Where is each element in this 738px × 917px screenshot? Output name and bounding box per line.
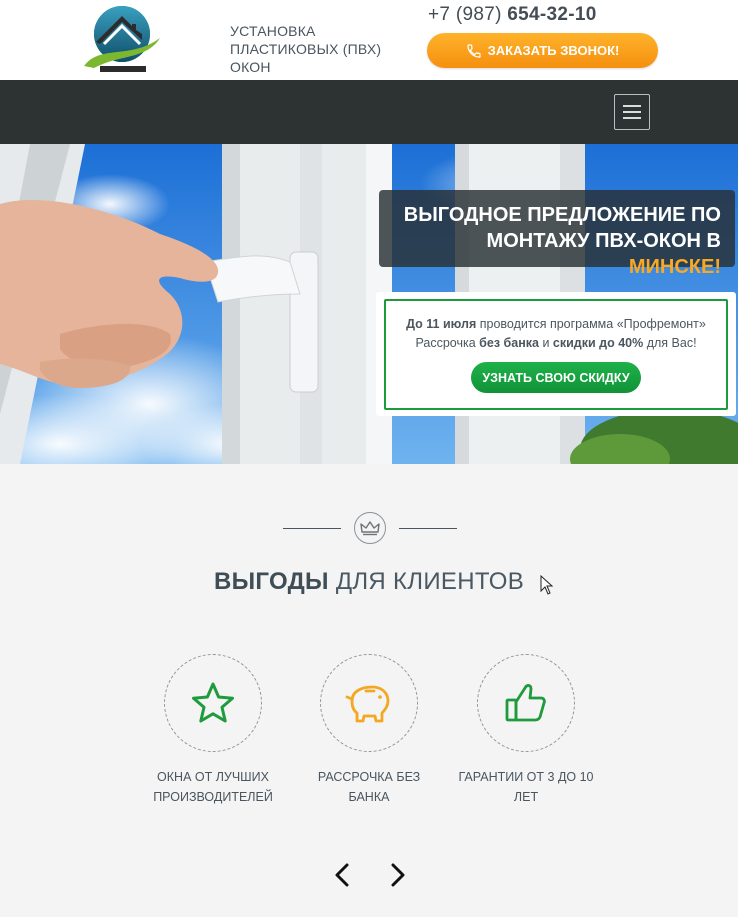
hero-title-city: МИНСКЕ! bbox=[628, 256, 721, 278]
offer-line-2: Рассрочка без банка и скидки до 40% для … bbox=[386, 334, 726, 353]
offer-box: До 11 июля проводится программа «Профрем… bbox=[376, 292, 736, 416]
offer-line-1: До 11 июля проводится программа «Профрем… bbox=[386, 315, 726, 334]
house-logo-icon[interactable] bbox=[80, 4, 164, 74]
hero-title: ВЫГОДНОЕ ПРЕДЛОЖЕНИЕ ПО МОНТАЖУ ПВХ-ОКОН… bbox=[379, 190, 735, 278]
benefit-item: ОКНА ОТ ЛУЧШИХ ПРОИЗВОДИТЕЛЕЙ bbox=[143, 654, 283, 807]
site-header: УСТАНОВКА ПЛАСТИКОВЫХ (ПВХ) ОКОН +7 (987… bbox=[0, 0, 738, 80]
benefit-label: ГАРАНТИИ ОТ 3 ДО 10 ЛЕТ bbox=[458, 770, 594, 804]
phone-main: 654-32-10 bbox=[507, 4, 597, 25]
carousel-next-button[interactable] bbox=[388, 860, 408, 890]
offer-text-discount: скидки до 40% bbox=[552, 336, 644, 350]
offer-text-and: и bbox=[542, 336, 550, 350]
hero-banner: ВЫГОДНОЕ ПРЕДЛОЖЕНИЕ ПО МОНТАЖУ ПВХ-ОКОН… bbox=[0, 144, 738, 464]
carousel-prev-button[interactable] bbox=[332, 860, 352, 890]
benefit-label: РАССРОЧКА БЕЗ БАНКА bbox=[317, 770, 421, 804]
order-call-label: ЗАКАЗАТЬ ЗВОНОК! bbox=[487, 43, 620, 58]
get-discount-button[interactable]: УЗНАТЬ СВОЮ СКИДКУ bbox=[471, 362, 641, 393]
chevron-right-icon bbox=[391, 863, 405, 887]
hero-title-text: ВЫГОДНОЕ ПРЕДЛОЖЕНИЕ ПО МОНТАЖУ ПВХ-ОКОН… bbox=[403, 204, 721, 252]
crown-icon bbox=[354, 512, 386, 544]
order-call-button[interactable]: ЗАКАЗАТЬ ЗВОНОК! bbox=[427, 33, 658, 68]
hamburger-menu-icon[interactable] bbox=[614, 94, 650, 130]
piggy-bank-icon bbox=[320, 654, 418, 752]
star-icon bbox=[164, 654, 262, 752]
benefits-title: ВЫГОДЫ ДЛЯ КЛИЕНТОВ bbox=[0, 568, 738, 596]
offer-text-installment: Рассрочка bbox=[415, 336, 476, 350]
thumbs-up-icon bbox=[477, 654, 575, 752]
benefits-title-bold: ВЫГОДЫ bbox=[213, 568, 329, 595]
divider-right bbox=[399, 528, 457, 529]
phone-number[interactable]: +7 (987) 654-32-10 bbox=[428, 4, 597, 26]
phone-prefix: +7 (987) bbox=[428, 4, 502, 25]
offer-text-no-bank: без банка bbox=[479, 336, 539, 350]
offer-text-for-you: для Вас! bbox=[646, 336, 697, 350]
benefit-item: ГАРАНТИИ ОТ 3 ДО 10 ЛЕТ bbox=[456, 654, 596, 807]
site-tagline: УСТАНОВКА ПЛАСТИКОВЫХ (ПВХ) ОКОН bbox=[230, 23, 382, 75]
offer-program-text: проводится программа «Профремонт» bbox=[479, 317, 706, 331]
offer-date: До 11 июля bbox=[406, 317, 477, 331]
benefit-item: РАССРОЧКА БЕЗ БАНКА bbox=[299, 654, 439, 807]
phone-icon bbox=[467, 43, 481, 58]
navbar bbox=[0, 80, 738, 144]
benefits-title-rest: ДЛЯ КЛИЕНТОВ bbox=[335, 568, 525, 595]
divider-left bbox=[283, 528, 341, 529]
chevron-left-icon bbox=[335, 863, 349, 887]
benefit-label: ОКНА ОТ ЛУЧШИХ ПРОИЗВОДИТЕЛЕЙ bbox=[153, 770, 273, 804]
mouse-cursor-icon bbox=[540, 575, 554, 595]
offer-box-border: До 11 июля проводится программа «Профрем… bbox=[384, 299, 728, 410]
